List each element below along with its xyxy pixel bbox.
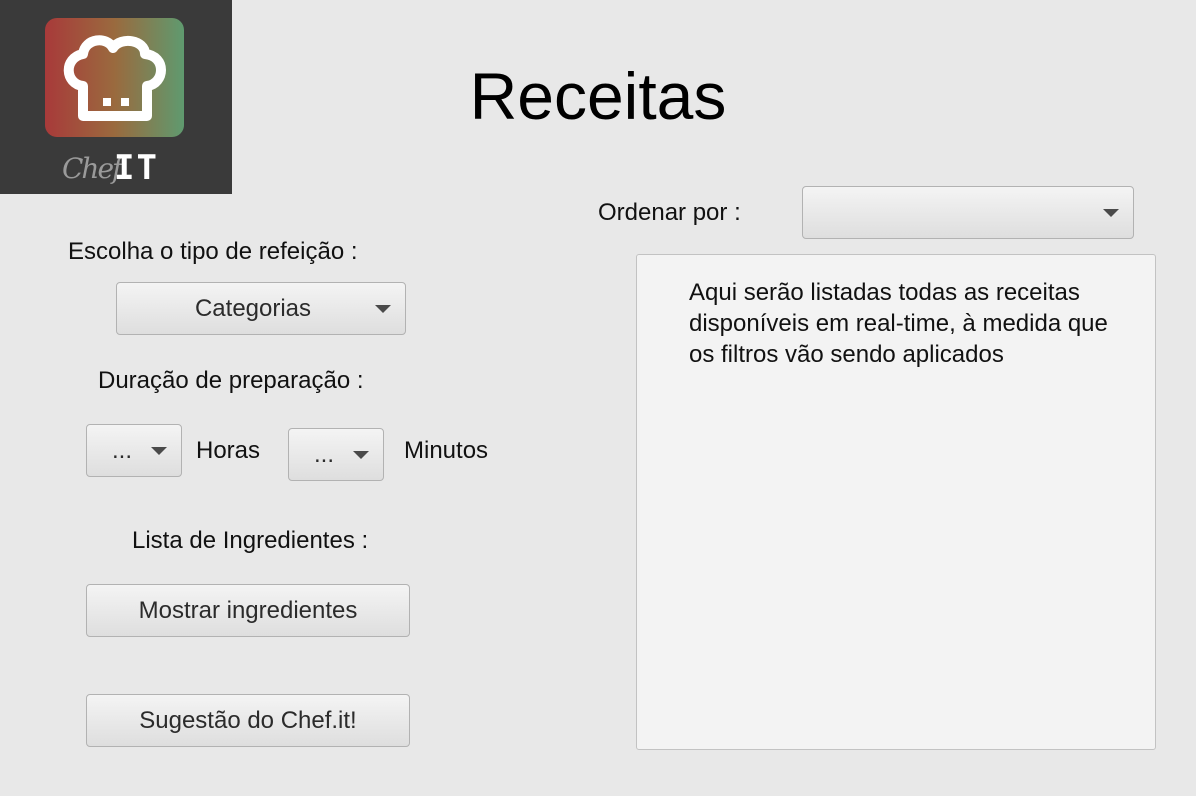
hours-value: ... <box>111 436 132 464</box>
logo-mark-text: IT <box>114 148 159 188</box>
logo-wordmark: Chef IT <box>62 144 212 188</box>
ingredients-label: Lista de Ingredientes : <box>132 527 369 554</box>
recipe-list-placeholder: Aqui serão listadas todas as receitas di… <box>689 279 1108 368</box>
chevron-down-icon <box>353 450 369 459</box>
meal-type-value: Categorias <box>194 294 312 322</box>
chevron-down-icon <box>151 446 167 455</box>
meal-type-label: Escolha o tipo de refeição : <box>68 238 358 265</box>
sort-dropdown[interactable] <box>802 186 1134 239</box>
chevron-down-icon <box>1103 208 1119 217</box>
chevron-down-icon <box>375 304 391 313</box>
minutes-label: Minutos <box>404 437 489 464</box>
logo-script-text: Chef <box>62 152 122 185</box>
logo-tile <box>45 18 184 137</box>
chef-hat-icon <box>63 35 166 121</box>
chef-suggestion-button[interactable]: Sugestão do Chef.it! <box>86 694 410 747</box>
app-logo: Chef IT <box>0 0 232 194</box>
hours-dropdown[interactable]: ... <box>86 424 182 477</box>
show-ingredients-button[interactable]: Mostrar ingredientes <box>86 584 410 637</box>
duration-label: Duração de preparação : <box>98 367 364 394</box>
meal-type-dropdown[interactable]: Categorias <box>116 282 406 335</box>
hours-label: Horas <box>196 437 261 464</box>
page-title: Receitas <box>469 59 727 133</box>
minutes-dropdown[interactable]: ... <box>288 428 384 481</box>
recipe-list[interactable]: Aqui serão listadas todas as receitas di… <box>636 254 1156 750</box>
sort-label: Ordenar por : <box>598 199 741 226</box>
minutes-value: ... <box>313 440 334 468</box>
